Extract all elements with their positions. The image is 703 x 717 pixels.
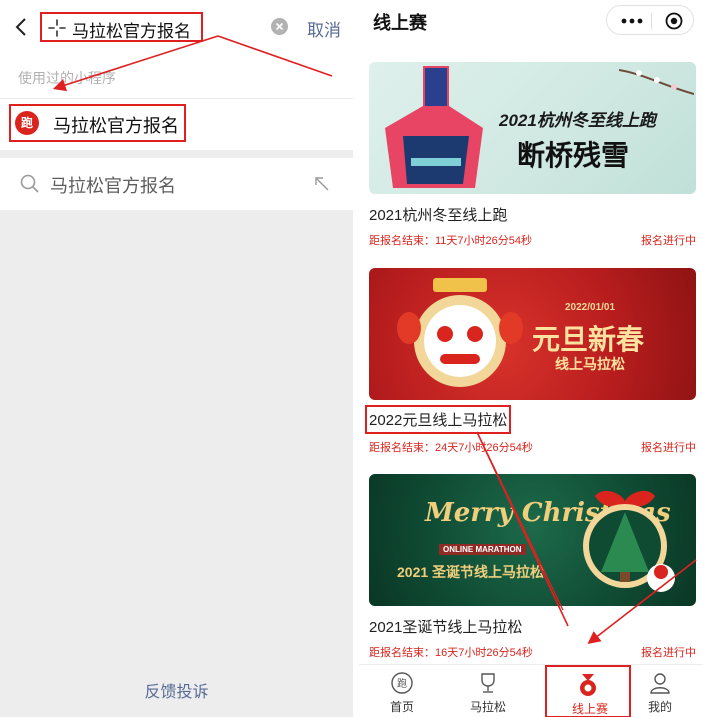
race-countdown: 距报名结束：16天7小时26分54秒 [369,647,533,659]
race-countdown: 距报名结束：11天7小时26分54秒 [369,235,533,247]
cancel-button[interactable]: 取消 [307,16,341,41]
race-banner-image[interactable]: Merry Christmas ONLINE MARATHON 2021 圣诞节… [369,474,696,606]
banner-subtitle: 线上马拉松 [555,356,625,372]
race-name[interactable]: 2021圣诞节线上马拉松 [369,616,522,637]
more-icon[interactable] [621,18,643,24]
banner-title: 元旦新春 [532,324,645,355]
race-name[interactable]: 2021杭州冬至线上跑 [369,204,507,225]
race-card[interactable]: 2021杭州冬至线上跑 断桥残雪 2021杭州冬至线上跑 距报名结束：11天7小… [369,62,696,252]
race-banner-image[interactable]: 2021杭州冬至线上跑 断桥残雪 [369,62,696,194]
race-status: 报名进行中 [641,235,696,247]
plum-branch-decoration [619,69,694,95]
search-icon [20,174,39,193]
banner-subtitle: 断桥残雪 [517,139,630,172]
christmas-tree-decoration [583,490,675,592]
page-title: 线上赛 [373,13,427,33]
svg-text:跑: 跑 [397,677,407,690]
search-input[interactable]: 马拉松官方报名 [40,12,203,42]
hangzhou-art-decoration [385,66,483,188]
race-card[interactable]: 2022/01/01 元旦新春 线上马拉松 2022元旦线上马拉松 距报名结束：… [365,268,696,458]
close-mini-program-icon[interactable] [665,12,683,30]
banner-sub: ONLINE MARATHON [439,544,526,555]
race-countdown: 距报名结束：24天7小时26分54秒 [369,442,533,454]
marathon-logo-icon: 跑 [15,111,39,135]
lion-dance-decoration [397,278,523,387]
race-banner-image[interactable]: 2022/01/01 元旦新春 线上马拉松 [369,268,696,400]
search-suggestion[interactable]: 马拉松官方报名 [0,158,353,210]
tab-home[interactable]: 跑 首页 [359,665,445,717]
trophy-icon [481,673,495,693]
suggestion-text: 马拉松官方报名 [50,176,176,196]
race-name[interactable]: 2022元旦线上马拉松 [365,405,512,434]
race-card[interactable]: Merry Christmas ONLINE MARATHON 2021 圣诞节… [369,474,696,664]
search-value: 马拉松官方报名 [72,22,191,41]
mini-program-page: 线上赛 2021杭州冬至线上跑 断桥残雪 2021杭州冬至线上跑 距报名结束：1… [359,0,703,717]
mini-program-icon [48,19,66,37]
race-status: 报名进行中 [641,647,696,659]
recent-item-marathon[interactable]: 跑 马拉松官方报名 [9,104,186,142]
wechat-search-panel: 马拉松官方报名 取消 使用过的小程序 跑 马拉松官方报名 马拉松官方报名 反馈投… [0,0,353,717]
medal-icon [580,674,596,696]
recent-item-label: 马拉松官方报名 [53,116,179,136]
tab-label: 我的 [647,700,672,714]
divider [0,98,353,99]
banner-title: 2021杭州冬至线上跑 [499,111,656,130]
search-header: 马拉松官方报名 取消 [0,0,353,54]
fill-arrow-icon[interactable] [314,176,330,192]
feedback-link[interactable]: 反馈投诉 [0,678,353,702]
recent-title: 使用过的小程序 [18,70,116,86]
race-status: 报名进行中 [641,442,696,454]
tab-bar: 跑 首页 马拉松 线上赛 我的 [359,664,703,717]
capsule-divider [651,13,652,29]
banner-subtitle: 2021 圣诞节线上马拉松 [397,564,545,580]
tab-label: 马拉松 [469,700,506,714]
tab-label: 首页 [389,700,414,714]
home-logo-icon: 跑 [391,672,413,694]
back-icon[interactable] [12,16,32,38]
capsule-menu [606,5,694,35]
user-icon [650,673,670,694]
recent-mini-programs: 使用过的小程序 跑 马拉松官方报名 [0,54,353,150]
tab-mine[interactable]: 我的 [617,665,703,717]
tab-marathon[interactable]: 马拉松 [445,665,531,717]
clear-icon[interactable] [271,18,288,35]
banner-date: 2022/01/01 [565,302,616,313]
